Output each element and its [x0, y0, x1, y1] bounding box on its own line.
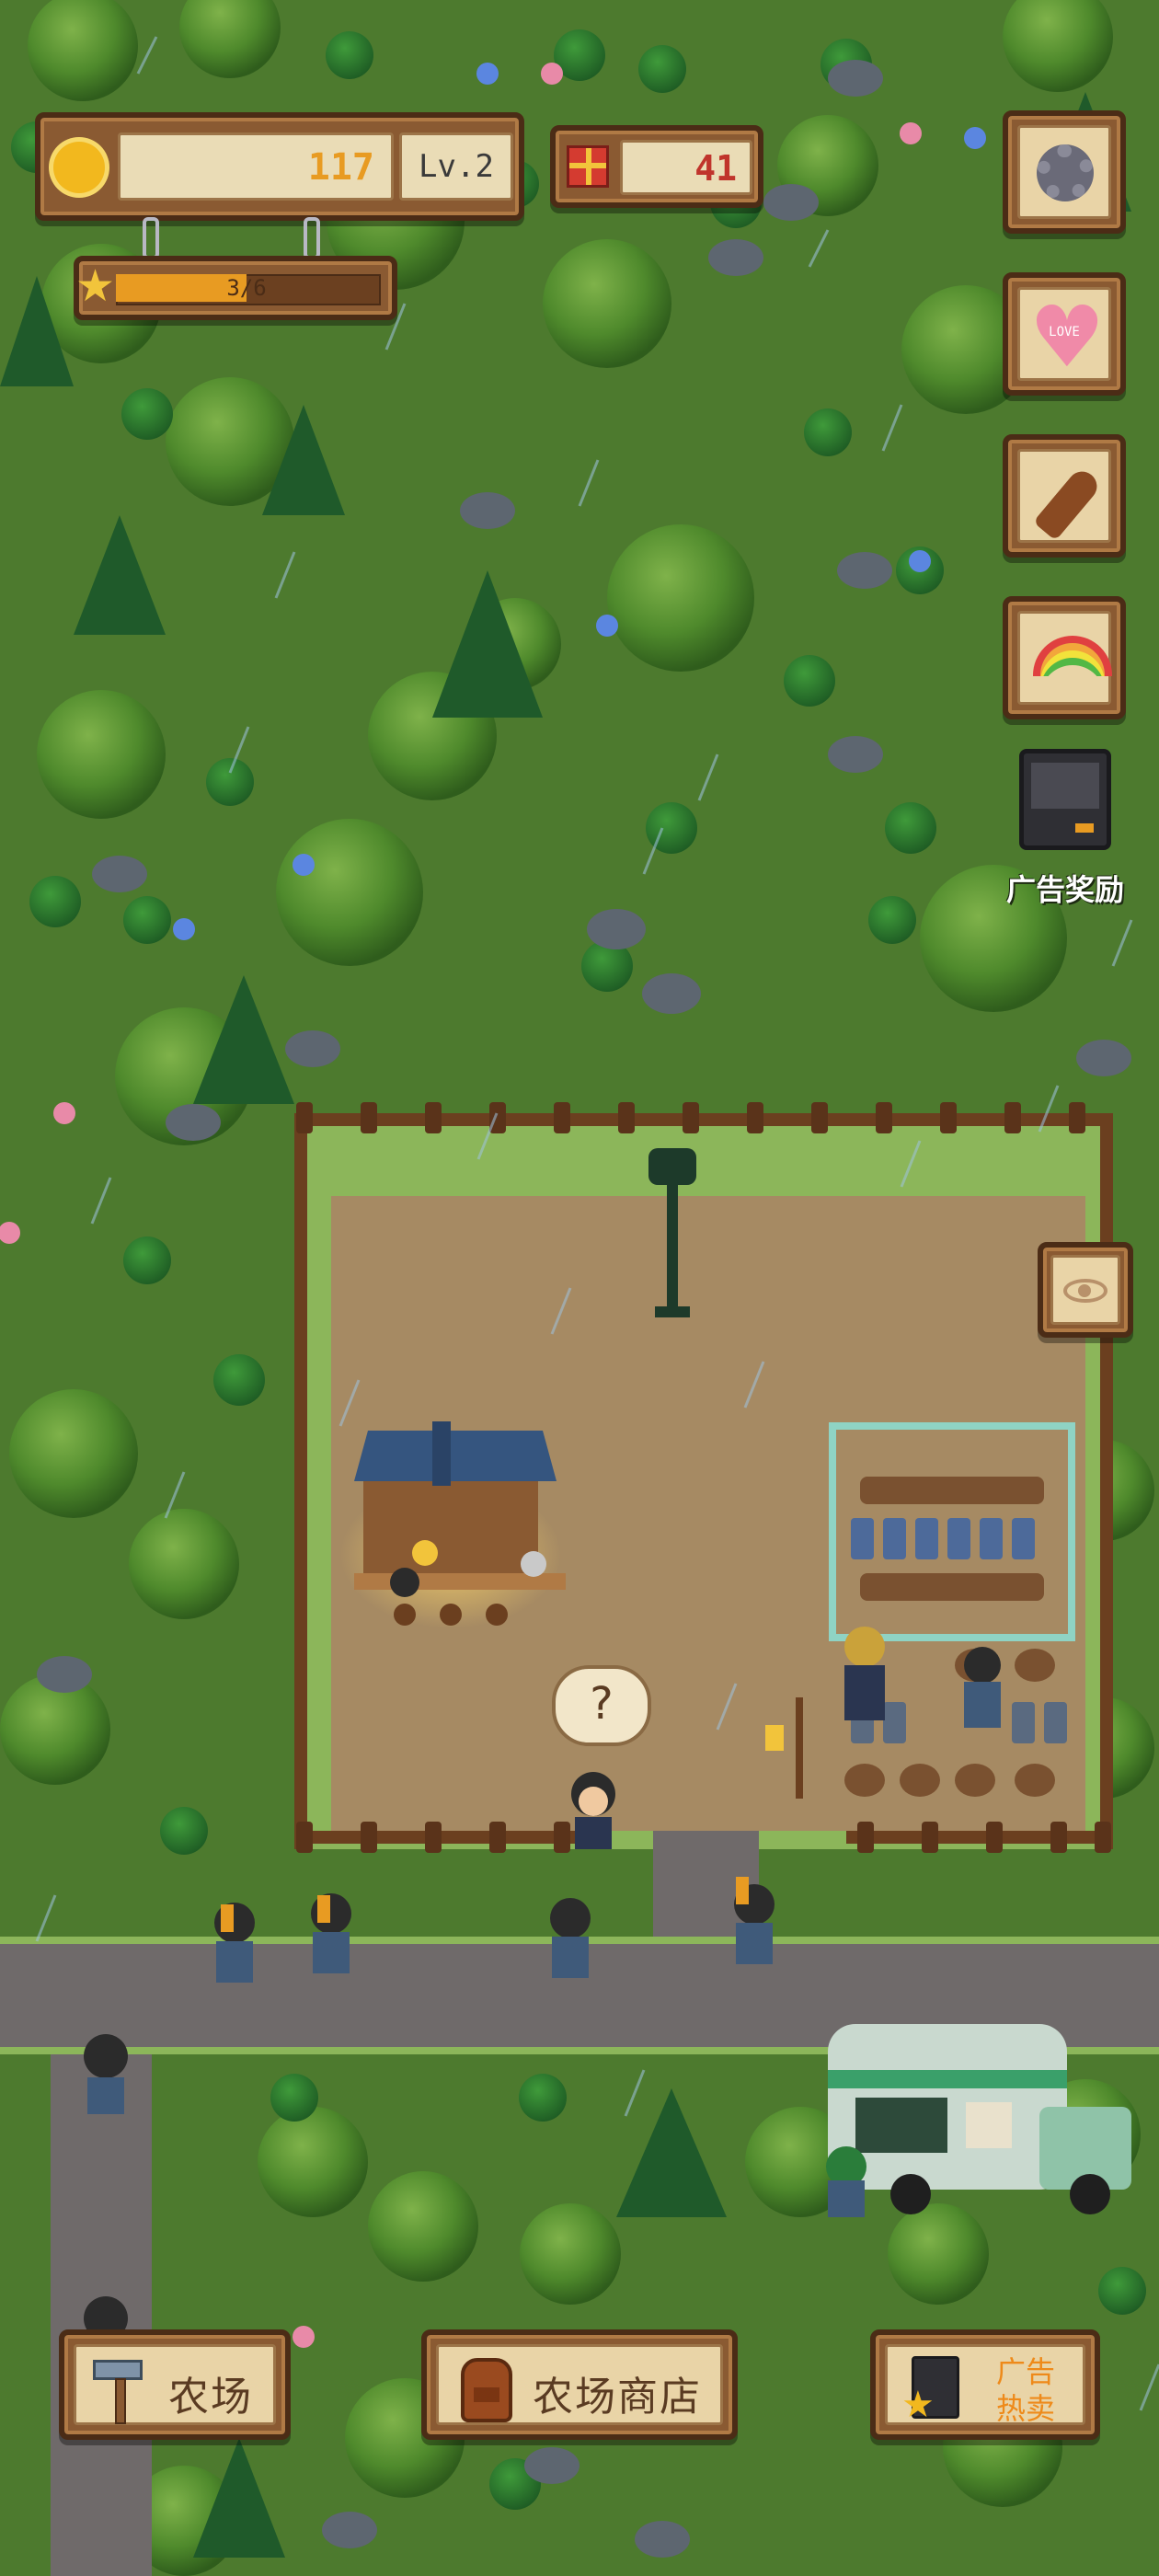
ad-hot-line1: 广告	[996, 2354, 1056, 2389]
tv-icon	[1019, 749, 1111, 850]
farm-plot[interactable]	[294, 1102, 1113, 1853]
sun-coin-icon	[53, 142, 105, 193]
game-world[interactable]	[0, 0, 1159, 2576]
chain-right	[304, 217, 320, 259]
chain-left	[143, 217, 159, 259]
ad-hot-line2: 热卖	[996, 2391, 1056, 2426]
ad-reward-button[interactable]: 广告奖励	[1003, 749, 1141, 914]
rainbow-button[interactable]	[1003, 596, 1126, 719]
backpack-icon	[461, 2358, 512, 2422]
gear-icon	[1037, 144, 1094, 201]
farm-shop-label: 农场商店	[533, 2374, 702, 2421]
hammer-icon	[93, 2360, 148, 2424]
question-bubble[interactable]: ?	[552, 1665, 651, 1746]
farm-shop-button[interactable]: 农场商店	[421, 2329, 738, 2440]
xp-text: 3/6	[226, 275, 267, 301]
rainbow-icon	[1033, 636, 1112, 676]
gift-panel[interactable]: 41	[550, 125, 763, 208]
xp-bar: ★ 3/6	[74, 256, 397, 320]
level-box: Lv.2	[399, 132, 513, 201]
ad-hot-sale-button[interactable]: ★ 广告 热卖	[870, 2329, 1100, 2440]
farm-label: 农场	[168, 2374, 253, 2421]
love-text: LOVE	[1049, 325, 1080, 339]
gift-box-icon	[567, 145, 609, 188]
tv-star-icon: ★	[901, 2356, 959, 2423]
settings-button[interactable]	[1003, 110, 1126, 234]
market-stall[interactable]	[340, 1421, 566, 1628]
carrot-icon	[1033, 466, 1103, 541]
level-value: Lv.2	[419, 148, 494, 185]
coin-counter: 117	[118, 132, 394, 201]
coin-level-panel: 117 Lv.2	[35, 112, 524, 221]
farm-button[interactable]: 农场	[59, 2329, 291, 2440]
question-mark: ?	[590, 1678, 614, 1730]
gift-value: 41	[694, 148, 737, 189]
star-icon: ★	[75, 260, 116, 312]
ad-reward-label: 广告奖励	[1006, 872, 1125, 907]
gift-counter: 41	[620, 140, 752, 195]
eye-icon	[1063, 1279, 1107, 1303]
carrot-button[interactable]	[1003, 434, 1126, 558]
view-toggle-button[interactable]	[1038, 1242, 1133, 1338]
love-button[interactable]: ♥ LOVE	[1003, 272, 1126, 396]
coin-value: 117	[307, 146, 374, 189]
